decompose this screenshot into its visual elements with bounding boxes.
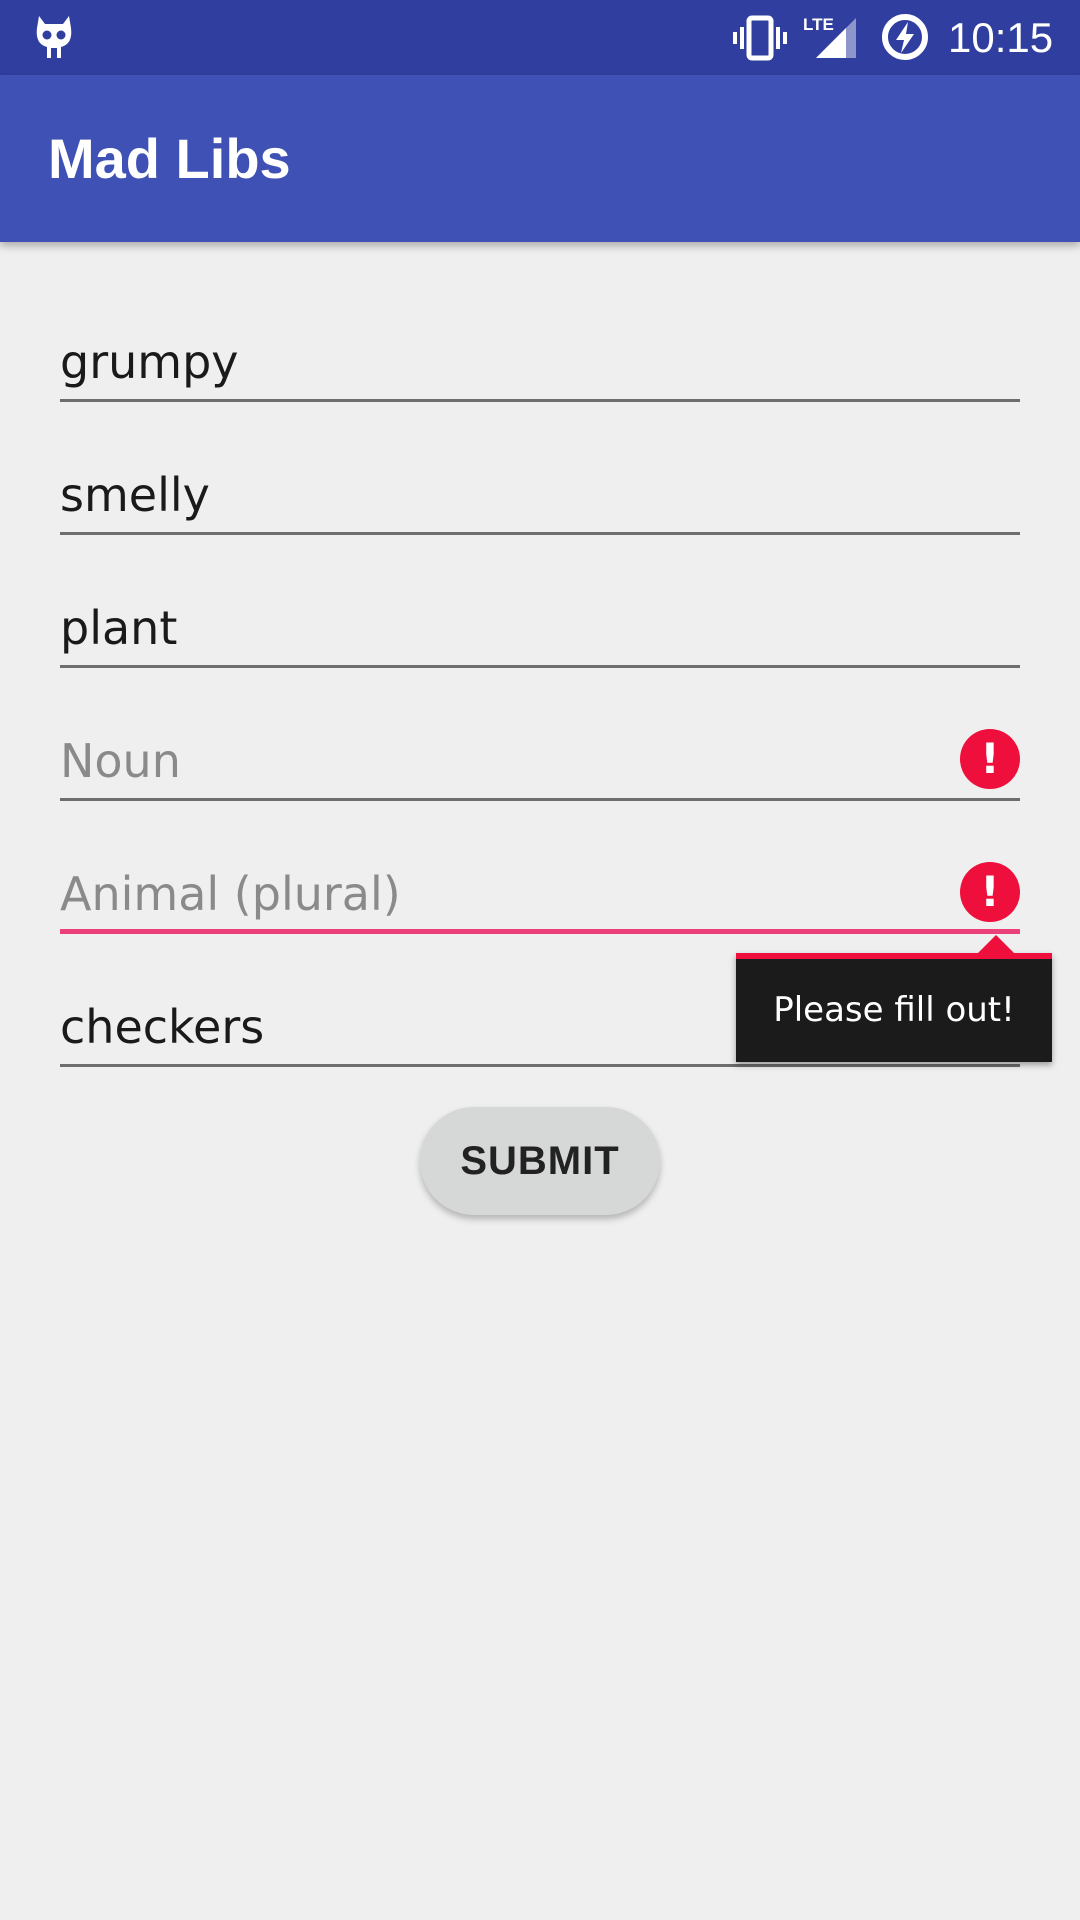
noun-field[interactable]: Noun ! — [60, 705, 1020, 801]
field-underline — [60, 532, 1020, 535]
field-underline — [60, 665, 1020, 668]
app-bar: Mad Libs — [0, 75, 1080, 242]
error-popup-arrow — [978, 935, 1014, 953]
noun-placeholder: Noun — [60, 734, 181, 788]
field-underline — [60, 399, 1020, 402]
submit-button[interactable]: SUBMIT — [420, 1107, 660, 1215]
field-value: smelly — [60, 468, 210, 522]
vibrate-icon — [733, 15, 787, 61]
error-popup: Please fill out! — [736, 935, 1052, 1062]
adjective-field-2[interactable]: smelly — [60, 439, 1020, 535]
noun-field-1[interactable]: plant — [60, 572, 1020, 668]
field-value: checkers — [60, 1000, 265, 1054]
error-message: Please fill out! — [773, 990, 1015, 1030]
status-clock: 10:15 — [948, 14, 1054, 61]
field-value: grumpy — [60, 335, 239, 389]
animal-plural-field[interactable]: Animal (plural) ! — [60, 838, 1020, 934]
error-icon[interactable]: ! — [960, 862, 1020, 922]
field-underline — [60, 1064, 1020, 1067]
status-bar: LTE 10:15 — [0, 0, 1080, 75]
battery-charging-icon — [882, 14, 928, 60]
field-underline — [60, 798, 1020, 801]
animal-plural-placeholder: Animal (plural) — [60, 867, 401, 921]
field-value: plant — [60, 601, 178, 655]
lte-signal-icon: LTE — [803, 15, 856, 58]
error-icon[interactable]: ! — [960, 729, 1020, 789]
adjective-field-1[interactable]: grumpy — [60, 306, 1020, 402]
lte-label: LTE — [803, 15, 834, 34]
field-underline-focused — [60, 929, 1020, 934]
robot-icon — [36, 16, 72, 58]
app-title: Mad Libs — [48, 127, 291, 190]
